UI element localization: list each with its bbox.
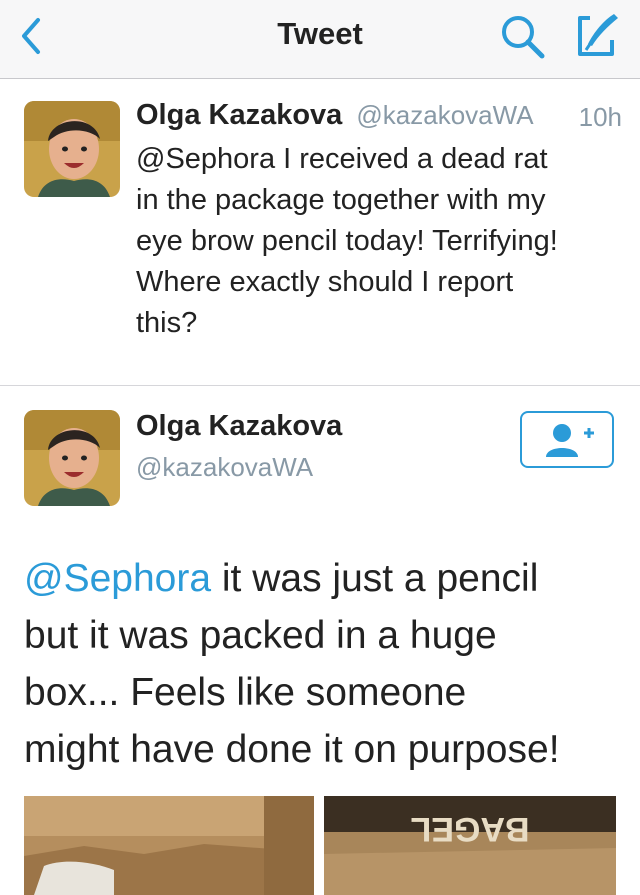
tweet-photo[interactable] [24,796,314,895]
tweet-text: @Sephora I received a dead rat in the pa… [136,139,626,344]
mention-link[interactable]: @Sephora [24,557,211,600]
tweet-text-line: might have done it on purpose! [24,728,560,771]
author-handle[interactable]: @kazakovaWA [356,100,533,130]
add-user-icon [546,424,594,457]
author-name[interactable]: Olga Kazakova [136,99,342,131]
timestamp: 10h [578,102,622,132]
compose-icon [578,14,618,56]
tweet-context[interactable]: Olga Kazakova @kazakovaWA 10h @Sephora I… [0,79,640,386]
navigation-bar: Tweet [0,0,640,79]
search-icon [502,16,545,59]
tweet-text-line: this? [136,307,198,339]
avatar[interactable] [24,101,120,197]
avatar[interactable] [24,410,120,506]
compose-button[interactable] [570,10,622,62]
tweet-text-line: Where exactly should I report [136,266,514,298]
tweet-body: @Sephora it was just a pencil but it was… [24,550,624,778]
tweet-photo[interactable]: BAGEL [324,796,616,895]
follow-button[interactable] [520,411,614,468]
author-handle[interactable]: @kazakovaWA [136,452,313,483]
tweet-text-line: in the package together with my [136,184,546,216]
tweet-text-line: box... Feels like someone [24,671,467,714]
tweet-text-line: eye brow pencil today! Terrifying! [136,225,558,257]
tweet-text-line: @Sephora I received a dead rat [136,143,548,175]
tweet-header: Olga Kazakova @kazakovaWA 10h [136,99,622,132]
search-button[interactable] [498,12,548,62]
tweet-text-line: but it was packed in a huge [24,614,497,657]
author-name[interactable]: Olga Kazakova [136,410,342,443]
box-print-text: BAGEL [411,810,530,848]
tweet-text-line: @Sephora it was just a pencil [24,550,624,607]
tweet-text-segment: it was just a pencil [211,557,539,600]
